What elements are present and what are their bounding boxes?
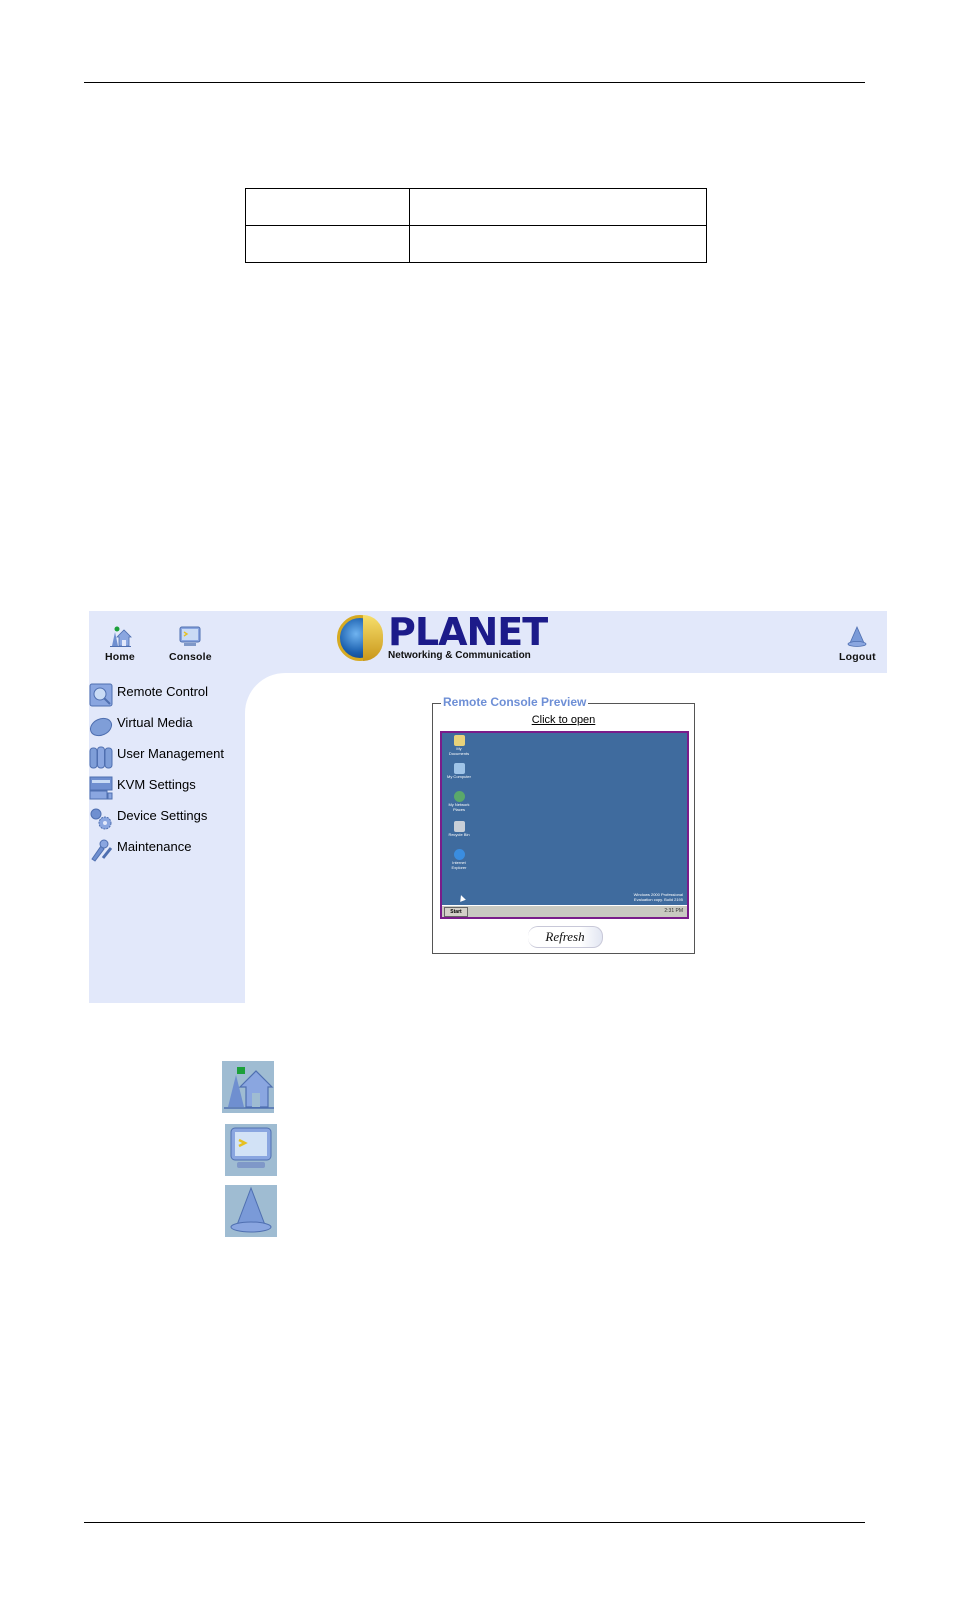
folder-icon: [453, 735, 465, 746]
header-rule: [84, 82, 865, 83]
taskbar: Start 2:31 PM: [442, 905, 687, 917]
desktop-icon: My Documents: [446, 735, 472, 756]
desktop-icon: My Computer: [446, 763, 472, 779]
sidebar-item-user-management[interactable]: User Management: [89, 745, 224, 776]
logout-button[interactable]: Logout: [839, 626, 876, 663]
sidebar-item-maintenance[interactable]: Maintenance: [89, 838, 224, 869]
desktop-icon: My Network Places: [446, 791, 472, 812]
user-management-icon: [89, 746, 113, 769]
refresh-button[interactable]: Refresh: [528, 926, 603, 948]
remote-control-icon: [89, 683, 113, 707]
taskbar-clock: 2:31 PM: [664, 908, 683, 914]
sidebar-item-virtual-media[interactable]: Virtual Media: [89, 714, 224, 745]
sidebar-item-kvm-settings[interactable]: KVM Settings: [89, 776, 224, 807]
table-cell: [245, 225, 410, 263]
top-toolbar: Home Console PLANET Networking & Communi…: [89, 611, 887, 673]
device-settings-icon: [90, 808, 112, 830]
os-watermark: Windows 2000 Professional Evaluation cop…: [633, 892, 683, 902]
preview-title: Remote Console Preview: [441, 695, 589, 709]
panel-corner-decoration: [245, 673, 285, 713]
sidebar-item-label: Remote Control: [117, 684, 209, 699]
table-row: [245, 188, 707, 226]
sidebar-item-remote-control[interactable]: Remote Control: [89, 683, 224, 714]
remote-console-preview: Remote Console Preview Click to open My …: [432, 695, 695, 954]
sidebar-item-label: Virtual Media: [117, 715, 193, 730]
remote-desktop-thumbnail[interactable]: My Documents My Computer My Network Plac…: [440, 731, 689, 919]
table-cell: [409, 188, 707, 226]
blank-table: [245, 188, 707, 263]
internet-explorer-icon: [453, 849, 465, 860]
logout-icon: [847, 626, 867, 647]
home-icon: [222, 1061, 274, 1113]
table-row: [245, 225, 707, 263]
home-label: Home: [105, 651, 135, 663]
recycle-bin-icon: [453, 821, 465, 832]
table-cell: [245, 188, 410, 226]
network-icon: [453, 791, 465, 802]
click-to-open-link[interactable]: Click to open: [433, 714, 694, 726]
sidebar-item-device-settings[interactable]: Device Settings: [89, 807, 224, 838]
console-label: Console: [169, 651, 212, 663]
logo-tagline: Networking & Communication: [388, 650, 531, 661]
sidebar-item-label: Device Settings: [117, 808, 208, 823]
home-icon: [109, 626, 132, 647]
start-button: Start: [444, 907, 468, 917]
planet-logo: PLANET Networking & Communication: [337, 610, 548, 661]
sidebar-item-label: User Management: [117, 746, 224, 761]
planet-globe-icon: [337, 614, 383, 661]
console-icon: [225, 1124, 277, 1176]
console-icon: [179, 626, 201, 646]
sidebar-item-label: Maintenance: [117, 839, 192, 854]
desktop-icon: Internet Explorer: [446, 849, 472, 870]
logo-brand: PLANET: [388, 610, 548, 654]
virtual-media-icon: [89, 717, 113, 737]
sidebar-nav: Remote Control Virtual Media User Manage…: [89, 683, 224, 869]
footer-rule: [84, 1522, 865, 1523]
mouse-cursor-icon: [458, 894, 466, 902]
home-button[interactable]: Home: [105, 626, 135, 663]
kvm-settings-icon: [89, 776, 113, 800]
sidebar-item-label: KVM Settings: [117, 777, 196, 792]
desktop-icon: Recycle Bin: [446, 821, 472, 837]
console-button[interactable]: Console: [169, 626, 212, 663]
logout-label: Logout: [839, 651, 876, 663]
computer-icon: [453, 763, 465, 774]
web-interface-screenshot: Home Console PLANET Networking & Communi…: [89, 611, 887, 1003]
logout-icon: [225, 1185, 277, 1237]
maintenance-icon: [91, 839, 113, 862]
table-cell: [409, 225, 707, 263]
